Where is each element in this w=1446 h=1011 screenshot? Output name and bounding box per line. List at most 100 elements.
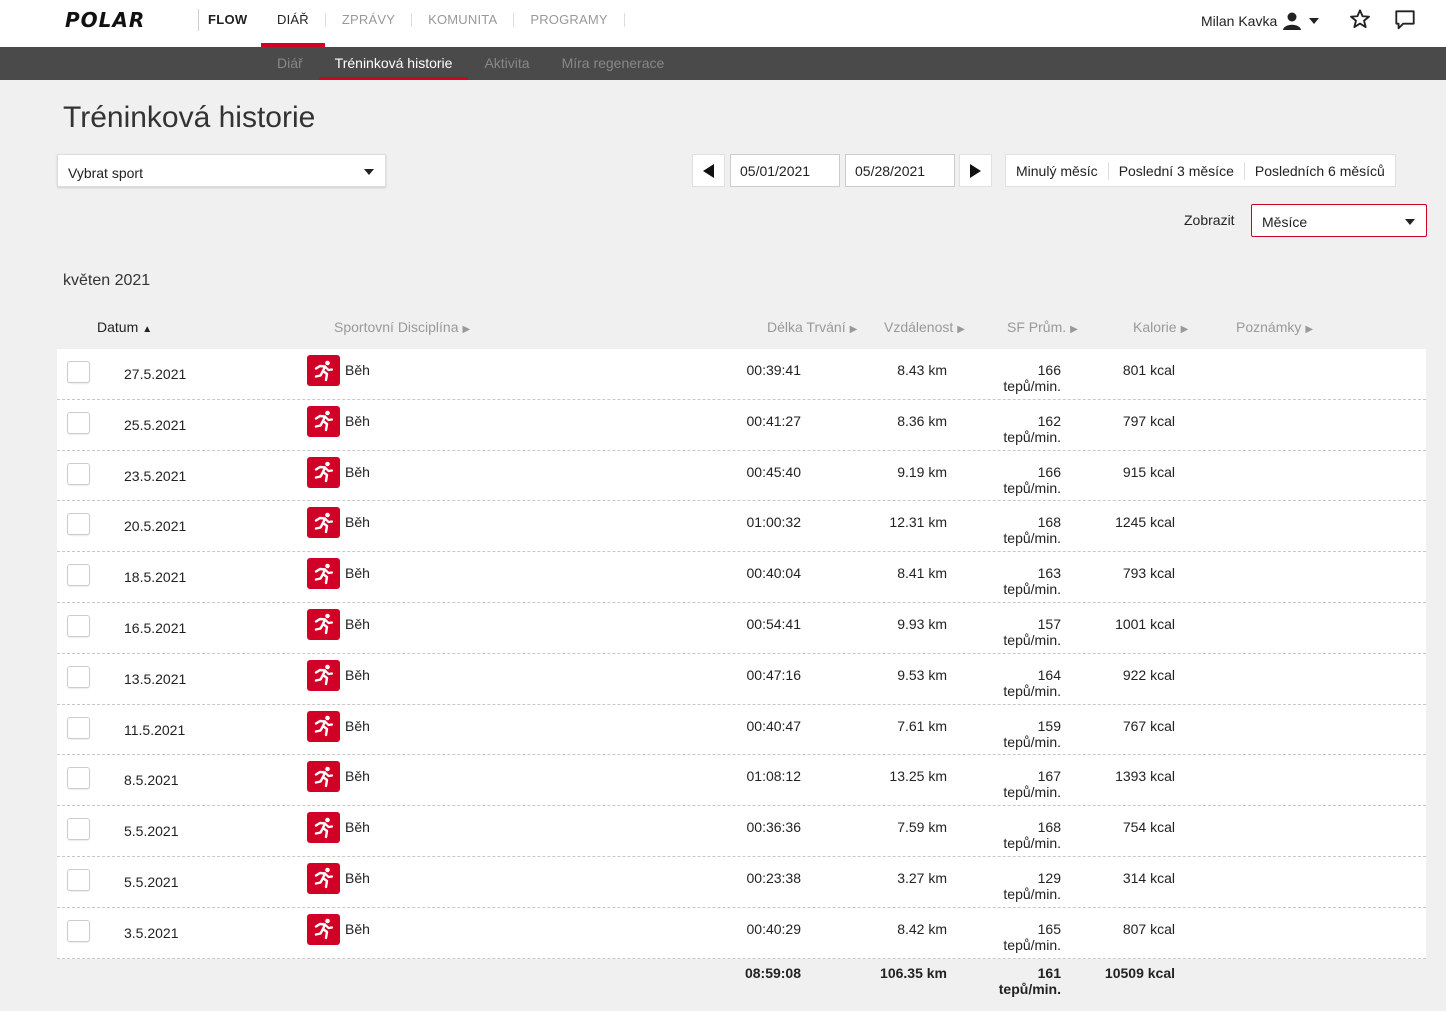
row-sport[interactable]: Běh xyxy=(345,413,370,429)
range-last-month[interactable]: Minulý měsíc xyxy=(1006,163,1108,179)
date-from-input[interactable] xyxy=(730,154,840,187)
row-checkbox[interactable] xyxy=(67,665,90,688)
row-checkbox[interactable] xyxy=(67,614,90,637)
star-icon[interactable] xyxy=(1349,8,1371,30)
row-hr: 166 tepů/min. xyxy=(1003,464,1061,496)
column-header-hr[interactable]: SF Prům. ▶ xyxy=(1007,319,1078,335)
column-header-calories[interactable]: Kalorie ▶ xyxy=(1133,319,1188,335)
row-calories: 915 kcal xyxy=(1122,463,1175,480)
page-title: Tréninková historie xyxy=(63,101,316,134)
show-select[interactable]: Měsíce xyxy=(1251,204,1427,237)
row-date: 25.5.2021 xyxy=(124,416,187,433)
row-hr-unit: tepů/min. xyxy=(1003,885,1061,902)
row-checkbox[interactable] xyxy=(67,462,90,485)
table-row[interactable]: 23.5.2021 Běh 00:45:40 9.19 km 166 tepů/m… xyxy=(57,450,1426,502)
row-hr: 166 tepů/min. xyxy=(1003,362,1061,394)
row-checkbox[interactable] xyxy=(67,411,90,434)
sort-icon: ▶ xyxy=(1305,324,1314,335)
running-icon xyxy=(307,456,340,488)
column-header-duration-label: Délka Trvání xyxy=(767,319,846,335)
subnav-recovery[interactable]: Míra regenerace xyxy=(546,47,681,80)
polar-logo[interactable]: POLAR xyxy=(65,8,145,32)
row-checkbox[interactable] xyxy=(67,868,90,891)
chat-icon[interactable] xyxy=(1394,9,1416,31)
table-row[interactable]: 13.5.2021 Běh 00:47:16 9.53 km 164 tepů/m… xyxy=(57,653,1426,705)
flow-label[interactable]: FLOW xyxy=(208,12,247,27)
row-sport[interactable]: Běh xyxy=(345,819,370,835)
row-checkbox[interactable] xyxy=(67,716,90,739)
table-row[interactable]: 20.5.2021 Běh 01:00:32 12.31 km 168 tepů/… xyxy=(57,501,1426,553)
row-checkbox[interactable] xyxy=(67,767,90,790)
row-hr: 168 tepů/min. xyxy=(1003,819,1061,851)
table-row[interactable]: 3.5.2021 Běh 00:40:29 8.42 km 165 tepů/mi… xyxy=(57,907,1426,959)
row-checkbox[interactable] xyxy=(67,513,90,536)
subnav-training-history[interactable]: Tréninková historie xyxy=(318,47,469,80)
row-hr-value: 164 xyxy=(1037,666,1061,683)
row-distance: 8.43 km xyxy=(897,362,947,378)
range-last-3-months[interactable]: Poslední 3 měsíce xyxy=(1109,163,1244,179)
row-sport[interactable]: Běh xyxy=(345,616,370,632)
sort-asc-icon: ▲ xyxy=(142,324,153,335)
range-last-6-months[interactable]: Posledních 6 měsíců xyxy=(1245,163,1395,179)
row-sport[interactable]: Běh xyxy=(345,870,370,886)
sport-select-value: Vybrat sport xyxy=(68,165,143,181)
nav-programy[interactable]: PROGRAMY xyxy=(514,0,623,47)
total-hr: 161 tepů/min. xyxy=(999,965,1061,997)
column-header-duration[interactable]: Délka Trvání ▶ xyxy=(767,319,857,335)
row-hr-value: 163 xyxy=(1037,565,1061,582)
table-row[interactable]: 5.5.2021 Běh 00:23:38 3.27 km 129 tepů/mi… xyxy=(57,856,1426,908)
row-checkbox[interactable] xyxy=(67,564,90,587)
column-header-calories-label: Kalorie xyxy=(1133,319,1177,335)
date-prev-button[interactable] xyxy=(692,154,725,187)
nav-komunita[interactable]: KOMUNITA xyxy=(412,0,513,47)
table-row[interactable]: 11.5.2021 Běh 00:40:47 7.61 km 159 tepů/m… xyxy=(57,704,1426,756)
row-duration: 00:40:47 xyxy=(746,717,802,734)
row-sport[interactable]: Běh xyxy=(345,514,370,530)
row-sport[interactable]: Běh xyxy=(345,921,370,937)
subnav-activity[interactable]: Aktivita xyxy=(468,47,545,80)
row-sport[interactable]: Běh xyxy=(345,768,370,784)
logo-separator xyxy=(198,9,199,31)
table-row[interactable]: 8.5.2021 Běh 01:08:12 13.25 km 167 tepů/m… xyxy=(57,755,1426,807)
nav-diar[interactable]: DIÁŘ xyxy=(261,0,325,47)
table-row[interactable]: 5.5.2021 Běh 00:36:36 7.59 km 168 tepů/mi… xyxy=(57,806,1426,857)
row-checkbox[interactable] xyxy=(67,818,90,841)
table-row[interactable]: 27.5.2021 Běh 00:39:41 8.43 km 166 tepů/m… xyxy=(57,349,1426,400)
row-hr-unit: tepů/min. xyxy=(1003,581,1061,598)
table-row[interactable]: 16.5.2021 Běh 00:54:41 9.93 km 157 tepů/m… xyxy=(57,602,1426,654)
date-to-input[interactable] xyxy=(845,154,955,187)
row-sport[interactable]: Běh xyxy=(345,362,370,378)
row-distance: 13.25 km xyxy=(889,768,947,785)
column-header-date[interactable]: Datum ▲ xyxy=(97,319,152,335)
row-hr: 129 tepů/min. xyxy=(1003,870,1061,902)
sport-select[interactable]: Vybrat sport xyxy=(57,154,386,187)
row-hr-unit: tepů/min. xyxy=(1003,784,1061,801)
row-distance: 3.27 km xyxy=(897,869,947,886)
row-calories: 793 kcal xyxy=(1122,565,1175,582)
date-next-button[interactable] xyxy=(959,154,992,187)
running-icon xyxy=(307,659,340,691)
month-label: květen 2021 xyxy=(63,272,151,289)
row-distance: 9.93 km xyxy=(897,615,947,632)
row-hr: 159 tepů/min. xyxy=(1003,718,1061,750)
running-icon xyxy=(307,355,340,386)
column-header-sport[interactable]: Sportovní Disciplína ▶ xyxy=(334,319,470,335)
nav-zpravy[interactable]: ZPRÁVY xyxy=(326,0,411,47)
row-sport[interactable]: Běh xyxy=(345,718,370,734)
row-distance: 8.41 km xyxy=(897,565,947,582)
column-header-notes[interactable]: Poznámky ▶ xyxy=(1236,319,1313,335)
row-sport[interactable]: Běh xyxy=(345,667,370,683)
row-checkbox[interactable] xyxy=(67,919,90,942)
arrow-right-icon xyxy=(970,163,981,178)
table-row[interactable]: 25.5.2021 Běh 00:41:27 8.36 km 162 tepů/m… xyxy=(57,399,1426,451)
subnav-diar[interactable]: Diář xyxy=(261,47,319,80)
row-distance: 8.36 km xyxy=(897,412,947,429)
row-sport[interactable]: Běh xyxy=(345,464,370,480)
user-menu[interactable]: Milan Kavka xyxy=(1201,11,1320,31)
row-hr: 164 tepů/min. xyxy=(1003,667,1061,699)
column-header-distance[interactable]: Vzdálenost ▶ xyxy=(884,319,965,335)
row-checkbox[interactable] xyxy=(67,361,90,383)
table-row[interactable]: 18.5.2021 Běh 00:40:04 8.41 km 163 tepů/m… xyxy=(57,552,1426,603)
row-hr-value: 166 xyxy=(1037,362,1061,378)
row-sport[interactable]: Běh xyxy=(345,565,370,581)
